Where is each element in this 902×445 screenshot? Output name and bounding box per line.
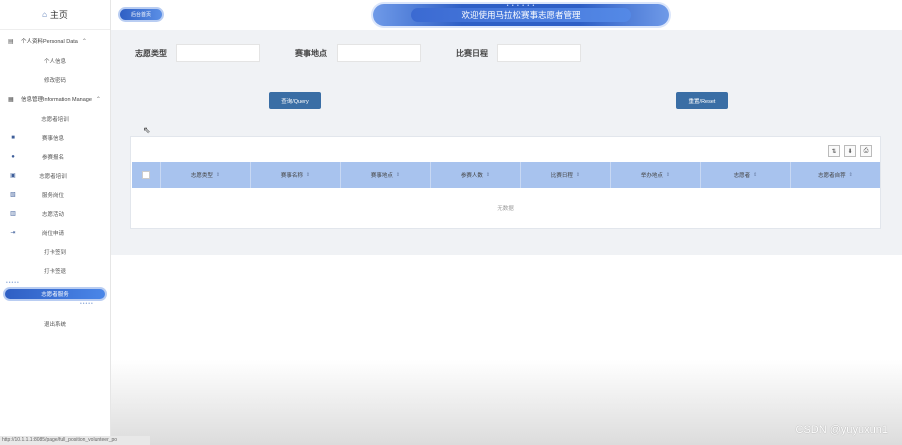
- empty-table-message: 无数据: [497, 206, 514, 212]
- chevron-up-icon: ⌃: [95, 96, 101, 103]
- book-icon: ▥: [10, 211, 16, 217]
- menu-group-label: 个人资料Personal Data: [21, 39, 78, 45]
- column-header[interactable]: 志愿类型 ⇕: [160, 162, 250, 188]
- sort-icon: ⇕: [215, 172, 221, 178]
- sidebar-item-change-password[interactable]: 修改密码: [0, 70, 110, 89]
- export-icon[interactable]: ⬇: [844, 145, 856, 157]
- page-title-banner: • • • • • • 欢迎使用马拉松赛事志愿者管理: [373, 3, 669, 26]
- query-button[interactable]: 查询/Query: [269, 92, 321, 109]
- reset-button[interactable]: 重置/Reset: [676, 92, 728, 109]
- sidebar-item-event-info[interactable]: ■ 赛事信息: [0, 128, 110, 147]
- column-header[interactable]: 志愿者自荐 ⇕: [790, 162, 880, 188]
- sidebar-item-label: 岗位申请: [41, 230, 64, 237]
- column-header[interactable]: 志愿者 ⇕: [700, 162, 790, 188]
- bookmark-icon: ■: [11, 134, 15, 141]
- event-location-input[interactable]: [337, 44, 421, 62]
- print-icon[interactable]: ⎙: [860, 145, 872, 157]
- sidebar-item-logout[interactable]: 退出系统: [0, 314, 110, 333]
- sidebar: ⌂ 主页 ▤ 个人资料Personal Data ⌃ 个人信息 修改密码 ▦ 信…: [0, 0, 111, 445]
- schedule-label: 比赛日程: [456, 49, 488, 58]
- sidebar-item-post-application[interactable]: ⇥ 岗位申请: [0, 223, 110, 242]
- sort-icon: ⇕: [848, 172, 853, 178]
- search-form: 志愿类型 赛事地点 比赛日程: [111, 44, 902, 62]
- sidebar-item-check-out[interactable]: 打卡签退: [0, 261, 110, 280]
- decorative-dots: •••••: [80, 301, 94, 307]
- event-location-label: 赛事地点: [295, 49, 327, 58]
- sort-icon: ⇕: [665, 172, 671, 178]
- user-icon: ●: [11, 153, 15, 160]
- sort-icon: ⇕: [575, 172, 581, 178]
- sidebar-item-label: 志愿活动: [41, 211, 64, 218]
- sidebar-item-training[interactable]: ▣ 志愿者培训: [0, 166, 110, 185]
- sidebar-home-label: 主页: [49, 10, 68, 20]
- calendar-icon: ▣: [10, 173, 16, 179]
- column-header[interactable]: 赛事名称 ⇕: [250, 162, 340, 188]
- sidebar-item-volunteer-training[interactable]: 志愿者培训: [0, 109, 110, 128]
- sidebar-home[interactable]: ⌂ 主页: [0, 0, 110, 30]
- sort-icon: ⇕: [395, 172, 401, 178]
- column-header[interactable]: 参赛人数 ⇕: [430, 162, 520, 188]
- sidebar-item-label: 志愿者培训: [39, 173, 67, 180]
- column-header[interactable]: 比赛日程 ⇕: [520, 162, 610, 188]
- home-icon: ⌂: [42, 10, 47, 19]
- decorative-dots: • • • • • •: [506, 3, 536, 9]
- sidebar-item-volunteer-service[interactable]: 志愿者服务: [3, 287, 107, 301]
- header: 后台首页 • • • • • • 欢迎使用马拉松赛事志愿者管理: [111, 0, 902, 30]
- sort-icon: ⇕: [305, 172, 311, 178]
- schedule-input[interactable]: [497, 44, 581, 62]
- mouse-cursor-icon: ⇖: [143, 125, 151, 135]
- table-toolbar: ⇅ ⬇ ⎙: [828, 145, 872, 157]
- sidebar-item-label: 参赛报名: [41, 154, 64, 161]
- column-header[interactable]: 赛事地点 ⇕: [340, 162, 430, 188]
- sidebar-item-personal-info[interactable]: 个人信息: [0, 51, 110, 70]
- logout-icon: ⇥: [10, 230, 16, 236]
- home-tab[interactable]: 后台首页: [118, 7, 164, 22]
- data-table: ⇅ ⬇ ⎙ 志愿类型 ⇕ 赛事名称 ⇕ 赛事地点 ⇕ 参赛人数 ⇕ 比赛日程 ⇕ 举办地点…: [130, 136, 881, 229]
- menu-group-information-manage[interactable]: ▦ 信息管理Information Manage ⌃: [0, 89, 110, 109]
- document-icon: ▤: [8, 38, 14, 45]
- sort-icon: ⇕: [485, 172, 491, 178]
- select-all-checkbox[interactable]: [142, 171, 150, 179]
- document-icon: ▧: [10, 192, 16, 198]
- page-title: 欢迎使用马拉松赛事志愿者管理: [411, 8, 631, 22]
- sidebar-item-check-in[interactable]: 打卡签到: [0, 242, 110, 261]
- list-icon: ▦: [8, 96, 14, 103]
- menu-group-label: 信息管理Information Manage: [21, 97, 92, 103]
- decorative-dots: •••••: [6, 280, 20, 286]
- menu-group-personal-data[interactable]: ▤ 个人资料Personal Data ⌃: [0, 31, 110, 51]
- volunteer-type-label: 志愿类型: [135, 49, 167, 58]
- sidebar-item-registration[interactable]: ● 参赛报名: [0, 147, 110, 166]
- columns-icon[interactable]: ⇅: [828, 145, 840, 157]
- sidebar-item-volunteer-activity[interactable]: ▥ 志愿活动: [0, 204, 110, 223]
- sidebar-item-service-post[interactable]: ▧ 服务岗位: [0, 185, 110, 204]
- sidebar-item-label: 赛事信息: [41, 135, 64, 142]
- volunteer-type-input[interactable]: [176, 44, 260, 62]
- status-bar-url: http://10.1.1.1:8085/page/full_position_…: [0, 436, 150, 445]
- column-header[interactable]: 举办地点 ⇕: [610, 162, 700, 188]
- table-header: 志愿类型 ⇕ 赛事名称 ⇕ 赛事地点 ⇕ 参赛人数 ⇕ 比赛日程 ⇕ 举办地点 ⇕ 志愿者 ⇕…: [132, 162, 880, 188]
- main-content: 志愿类型 赛事地点 比赛日程 查询/Query 重置/Reset ⇖ ⇅ ⬇ ⎙…: [111, 30, 902, 255]
- sort-icon: ⇕: [753, 172, 758, 178]
- watermark: CSDN @yuyuxun1: [795, 424, 888, 436]
- chevron-up-icon: ⌃: [81, 38, 87, 45]
- sidebar-item-label: 服务岗位: [41, 192, 64, 199]
- bottom-fade: [111, 360, 902, 445]
